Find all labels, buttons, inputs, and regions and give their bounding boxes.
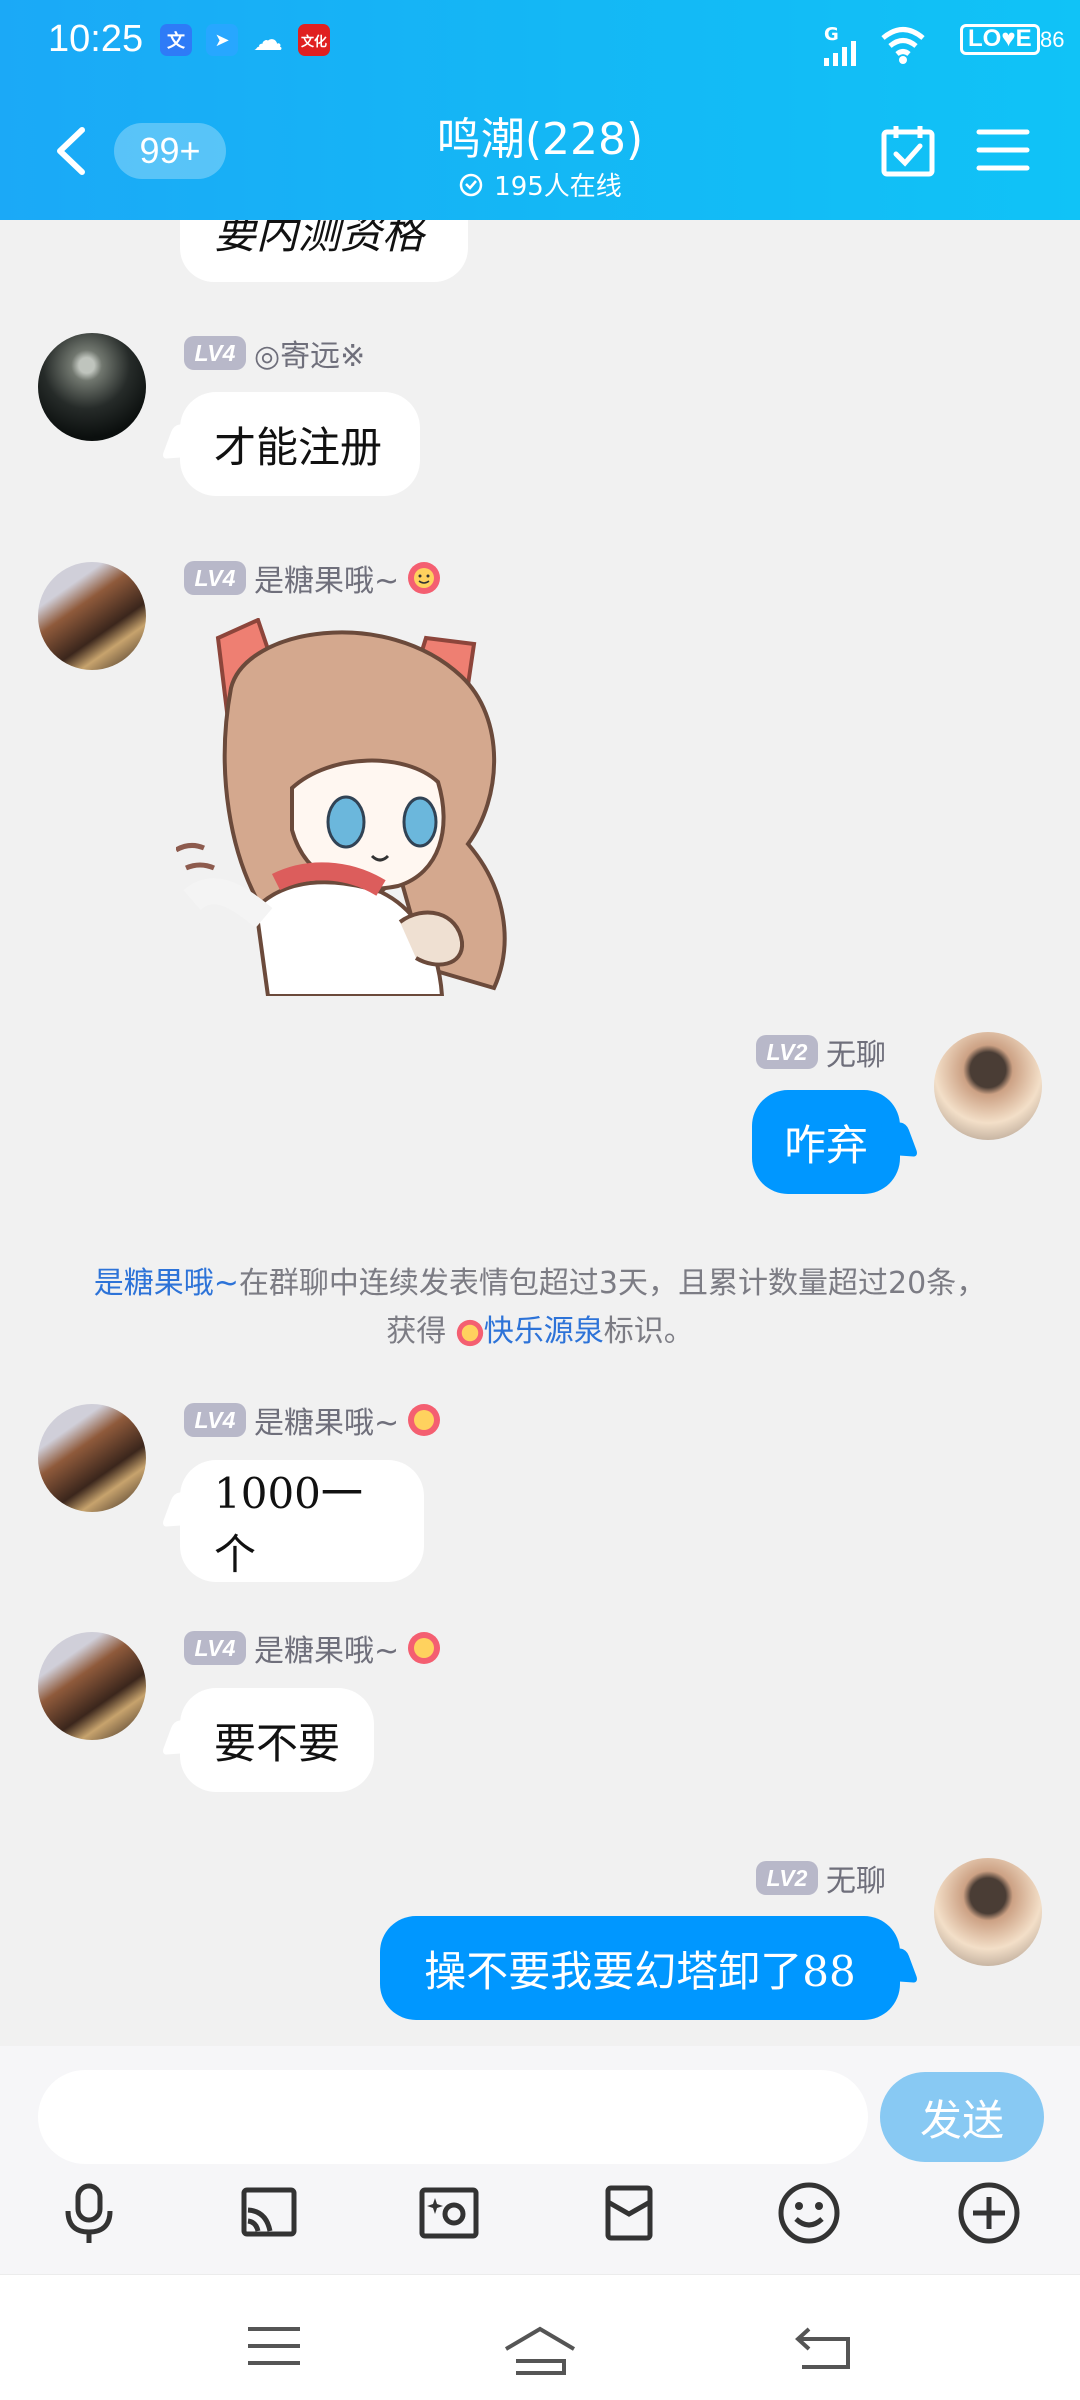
message-meta: LV4 是糖果哦~ (184, 1398, 441, 1442)
message-text: 要内测资格 (214, 220, 425, 258)
message-text: 咋弃 (783, 1120, 868, 1170)
message-meta: LV4 ◎寄远※ (184, 331, 365, 375)
status-indicators: G LO♥E 86 (820, 14, 1080, 74)
sender-name[interactable]: ◎寄远※ (254, 331, 365, 375)
anime-sticker[interactable] (176, 618, 536, 996)
red-packet-icon[interactable] (596, 2180, 662, 2246)
avatar[interactable] (934, 1032, 1042, 1140)
sender-name[interactable]: 无聊 (826, 1030, 886, 1074)
message-text: 要不要 (214, 1718, 341, 1768)
status-bar: 10:25 文 ➤ ☁ 文化 G LO♥E 86 (0, 0, 1080, 90)
message-bubble[interactable]: 才能注册 (180, 392, 420, 496)
translate-app-icon: 文 (160, 24, 192, 56)
message-bubble[interactable]: 咋弃 (752, 1090, 900, 1194)
battery-level: 86 (1040, 27, 1065, 52)
system-line-1: 在群聊中连续发表情包超过3天，且累计数量超过20条， (238, 1266, 987, 1301)
message-meta: LV4 是糖果哦~ (184, 1626, 441, 1670)
sender-name[interactable]: 是糖果哦~ (254, 1626, 399, 1670)
group-title[interactable]: 鸣潮(228) (360, 103, 720, 167)
system-navigation-bar (0, 2274, 1080, 2400)
online-count: 195人在线 (494, 172, 622, 202)
message-text: 才能注册 (214, 422, 383, 472)
message-meta: LV2 无聊 (756, 1856, 886, 1900)
calendar-check-icon[interactable] (880, 124, 936, 178)
level-badge: LV2 (756, 1861, 818, 1895)
unread-count-badge[interactable]: 99+ (114, 123, 226, 179)
badge-link[interactable]: 快乐源泉 (484, 1314, 604, 1349)
sender-name[interactable]: 无聊 (826, 1856, 886, 1900)
happy-badge-icon (456, 1319, 483, 1346)
level-badge: LV4 (184, 1403, 246, 1437)
level-badge: LV2 (756, 1035, 818, 1069)
cloud-icon: ☁ (253, 22, 283, 58)
happy-badge-icon (408, 562, 441, 594)
message-text: 1000一个 (214, 1469, 363, 1579)
send-app-icon: ➤ (206, 24, 238, 56)
back-icon[interactable] (52, 126, 90, 176)
emoji-icon[interactable] (776, 2180, 842, 2246)
online-check-icon (459, 173, 483, 196)
message-bubble[interactable]: 操不要我要幻塔卸了88 (380, 1916, 900, 2020)
chat-message-list[interactable]: 要内测资格 LV4 ◎寄远※ 才能注册 LV4 是糖果哦~ LV2 无聊 咋弃 … (0, 220, 1080, 2046)
signal-icon (824, 41, 856, 66)
back-nav-icon[interactable] (794, 2325, 854, 2371)
message-text: 操不要我要幻塔卸了88 (424, 1946, 856, 1996)
menu-icon[interactable] (976, 126, 1030, 174)
partial-message-bubble[interactable]: 要内测资格 (180, 220, 468, 282)
avatar[interactable] (38, 1632, 146, 1740)
home-icon[interactable] (502, 2325, 578, 2377)
avatar[interactable] (38, 562, 146, 670)
system-suffix: 标识。 (603, 1314, 694, 1349)
message-bubble[interactable]: 要不要 (180, 1688, 374, 1792)
happy-badge-icon (408, 1404, 441, 1436)
level-badge: LV4 (184, 1631, 246, 1665)
level-badge: LV4 (184, 561, 246, 595)
avatar[interactable] (38, 333, 146, 441)
message-bubble[interactable]: 1000一个 (180, 1460, 424, 1582)
battery-indicator: LO♥E (960, 24, 1040, 55)
chat-header: 10:25 文 ➤ ☁ 文化 G LO♥E 86 99+ 鸣潮(228) 195… (0, 0, 1080, 220)
recent-apps-icon[interactable] (244, 2325, 304, 2367)
sender-name[interactable]: 是糖果哦~ (254, 1398, 399, 1442)
system-prefix: 获得 (386, 1314, 447, 1349)
sticker-image (176, 618, 507, 996)
photo-icon[interactable] (416, 2180, 482, 2246)
avatar[interactable] (38, 1404, 146, 1512)
message-meta: LV2 无聊 (756, 1030, 886, 1074)
status-time: 10:25 (48, 18, 144, 60)
add-icon[interactable] (956, 2180, 1022, 2246)
wifi-icon (881, 27, 925, 64)
avatar[interactable] (934, 1858, 1042, 1966)
online-status[interactable]: 195人在线 (365, 166, 715, 203)
screen-share-icon[interactable] (236, 2180, 302, 2246)
happy-badge-icon (408, 1632, 441, 1664)
news-app-icon: 文化 (298, 24, 330, 56)
system-message: 是糖果哦~在群聊中连续发表情包超过3天，且累计数量超过20条， 获得 快乐源泉标… (50, 1260, 1030, 1356)
microphone-icon[interactable] (56, 2180, 122, 2246)
send-button[interactable]: 发送 (880, 2072, 1044, 2162)
chat-app: 10:25 文 ➤ ☁ 文化 G LO♥E 86 99+ 鸣潮(228) 195… (0, 0, 1080, 2400)
system-user-link[interactable]: 是糖果哦~ (94, 1266, 239, 1301)
level-badge: LV4 (184, 336, 246, 370)
message-meta: LV4 是糖果哦~ (184, 556, 441, 600)
sender-name[interactable]: 是糖果哦~ (254, 556, 399, 600)
message-input[interactable] (38, 2070, 868, 2164)
